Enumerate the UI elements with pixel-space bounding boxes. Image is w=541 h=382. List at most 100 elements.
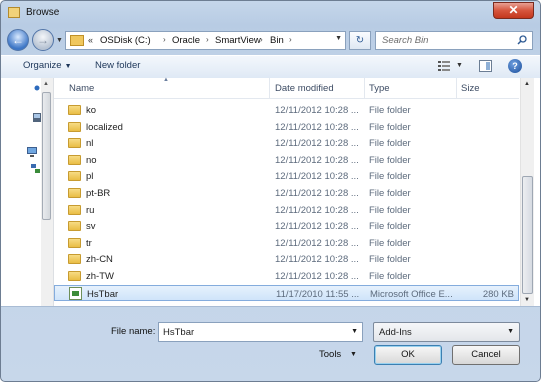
table-row[interactable]: ru 12/11/2012 10:28 ... File folder — [54, 202, 519, 218]
file-name-value: HsTbar — [163, 327, 195, 338]
dialog-footer: File name: HsTbar ▼ Add-Ins ▼ Tools ▼ OK… — [1, 307, 540, 381]
table-row[interactable]: ko 12/11/2012 10:28 ... File folder — [54, 102, 519, 118]
forward-button[interactable]: → — [32, 29, 54, 51]
type-cell: Microsoft Office E... — [370, 288, 453, 300]
breadcrumb-separator-icon[interactable]: › — [206, 35, 209, 44]
command-bar: Organize ▼ New folder ▼ ? — [1, 55, 540, 79]
breadcrumb-item[interactable]: Bin — [270, 35, 284, 46]
scroll-up-arrow-icon[interactable]: ▲ — [43, 81, 49, 87]
chevron-down-icon: ▼ — [507, 328, 514, 335]
navigation-pane-scrollbar[interactable]: ▲ — [41, 78, 54, 306]
date-modified-cell: 12/11/2012 10:28 ... — [275, 271, 359, 282]
column-headers: ▲ Name Date modified Type Size — [54, 77, 519, 99]
folder-icon — [68, 105, 81, 115]
type-cell: File folder — [369, 138, 411, 150]
file-type-value: Add-Ins — [379, 327, 412, 338]
breadcrumb-overflow-chevron[interactable]: « — [88, 35, 93, 45]
date-modified-cell: 12/11/2012 10:28 ... — [275, 154, 359, 166]
file-name-field[interactable]: HsTbar ▼ — [158, 322, 363, 342]
file-name-cell: ru — [86, 204, 95, 216]
close-button[interactable]: ✕ — [493, 2, 534, 19]
type-cell: File folder — [369, 154, 411, 166]
column-header-type[interactable]: Type — [369, 83, 390, 94]
table-row[interactable]: pl 12/11/2012 10:28 ... File folder — [54, 168, 519, 184]
breadcrumb-separator-icon[interactable]: › — [260, 35, 263, 44]
table-row[interactable]: nl 12/11/2012 10:28 ... File folder — [54, 135, 519, 151]
tools-button[interactable]: Tools — [319, 349, 341, 360]
table-row[interactable]: localized 12/11/2012 10:28 ... File folder — [54, 119, 519, 135]
file-name-cell: nl — [86, 138, 94, 150]
address-dropdown-icon[interactable]: ▼ — [335, 35, 342, 42]
sort-ascending-icon: ▲ — [163, 77, 169, 83]
file-list-scrollbar[interactable]: ▲ ▼ — [520, 78, 534, 306]
scrollbar-thumb[interactable] — [522, 176, 533, 294]
views-icon[interactable] — [438, 61, 450, 71]
folder-icon — [68, 171, 81, 182]
column-divider[interactable] — [364, 78, 365, 98]
file-name-cell: sv — [86, 221, 96, 233]
breadcrumb-item[interactable]: SmartView — [215, 35, 261, 46]
scroll-up-arrow-icon[interactable]: ▲ — [524, 81, 530, 87]
computer-icon[interactable] — [27, 147, 37, 157]
file-type-select[interactable]: Add-Ins ▼ — [373, 322, 520, 342]
address-bar[interactable]: « OSDisk (C:) › Oracle › SmartView › Bin… — [65, 31, 346, 50]
new-folder-button[interactable]: New folder — [95, 60, 140, 71]
chevron-down-icon[interactable]: ▼ — [351, 328, 358, 335]
date-modified-cell: 12/11/2012 10:28 ... — [275, 221, 359, 233]
chevron-down-icon[interactable]: ▼ — [350, 351, 357, 358]
star-icon[interactable] — [34, 85, 40, 91]
refresh-button[interactable]: ↻ — [349, 31, 371, 50]
table-row[interactable]: no 12/11/2012 10:28 ... File folder — [54, 152, 519, 168]
column-divider[interactable] — [456, 78, 457, 98]
type-cell: File folder — [369, 221, 411, 233]
organize-button[interactable]: Organize ▼ — [23, 60, 72, 71]
file-name-cell: pt-BR — [86, 188, 111, 199]
breadcrumb-item[interactable]: Oracle — [172, 35, 200, 46]
breadcrumb-item[interactable]: OSDisk (C:) — [100, 35, 151, 46]
date-modified-cell: 12/11/2012 10:28 ... — [275, 138, 359, 150]
browse-dialog: Browse ✕ ← → ▼ « OSDisk (C:) › Oracle › … — [0, 0, 541, 382]
preview-pane-icon[interactable] — [479, 60, 492, 72]
scroll-down-arrow-icon[interactable]: ▼ — [524, 297, 530, 303]
column-header-name[interactable]: Name — [69, 83, 94, 94]
search-input[interactable]: Search Bin — [375, 31, 533, 50]
type-cell: File folder — [369, 188, 411, 199]
type-cell: File folder — [369, 121, 411, 133]
date-modified-cell: 12/11/2012 10:28 ... — [275, 121, 359, 133]
column-divider[interactable] — [269, 78, 270, 98]
file-browser: ▲ ▲ Name Date modified Type Size ko 12/11… — [1, 77, 540, 307]
navigation-pane[interactable] — [1, 78, 42, 306]
folder-icon — [68, 221, 81, 232]
column-header-size[interactable]: Size — [461, 83, 479, 94]
network-icon[interactable] — [31, 164, 40, 173]
table-row[interactable]: zh-TW 12/11/2012 10:28 ... File folder — [54, 268, 519, 284]
table-row[interactable]: sv 12/11/2012 10:28 ... File folder — [54, 218, 519, 234]
date-modified-cell: 12/11/2012 10:28 ... — [275, 237, 359, 249]
help-icon[interactable]: ? — [508, 59, 522, 73]
back-button[interactable]: ← — [7, 29, 29, 51]
recent-pages-dropdown[interactable]: ▼ — [56, 37, 63, 44]
search-icon[interactable] — [517, 35, 527, 45]
date-modified-cell: 12/11/2012 10:28 ... — [275, 204, 359, 216]
table-row[interactable]: HsTbar 11/17/2010 11:55 ... Microsoft Offi… — [54, 284, 519, 301]
folder-icon — [68, 121, 81, 132]
file-name-cell: tr — [86, 237, 92, 249]
table-row[interactable]: zh-CN 12/11/2012 10:28 ... File folder — [54, 251, 519, 267]
cancel-button[interactable]: Cancel — [452, 345, 520, 365]
file-name-cell: zh-CN — [86, 254, 113, 266]
views-dropdown-icon[interactable]: ▼ — [456, 62, 463, 69]
breadcrumb-separator-icon[interactable]: › — [163, 35, 166, 44]
navigation-bar: ← → ▼ « OSDisk (C:) › Oracle › SmartView… — [1, 26, 540, 54]
file-name-label: File name: — [111, 326, 156, 337]
table-row[interactable]: pt-BR 12/11/2012 10:28 ... File folder — [54, 185, 519, 201]
organize-label: Organize — [23, 60, 62, 71]
folder-icon — [68, 204, 81, 215]
type-cell: File folder — [369, 105, 411, 116]
ok-button[interactable]: OK — [374, 345, 442, 365]
breadcrumb-separator-icon[interactable]: › — [289, 35, 292, 44]
type-cell: File folder — [369, 254, 411, 266]
library-icon[interactable] — [33, 113, 41, 122]
scrollbar-thumb[interactable] — [42, 92, 51, 220]
table-row[interactable]: tr 12/11/2012 10:28 ... File folder — [54, 235, 519, 251]
column-header-date[interactable]: Date modified — [275, 83, 334, 94]
